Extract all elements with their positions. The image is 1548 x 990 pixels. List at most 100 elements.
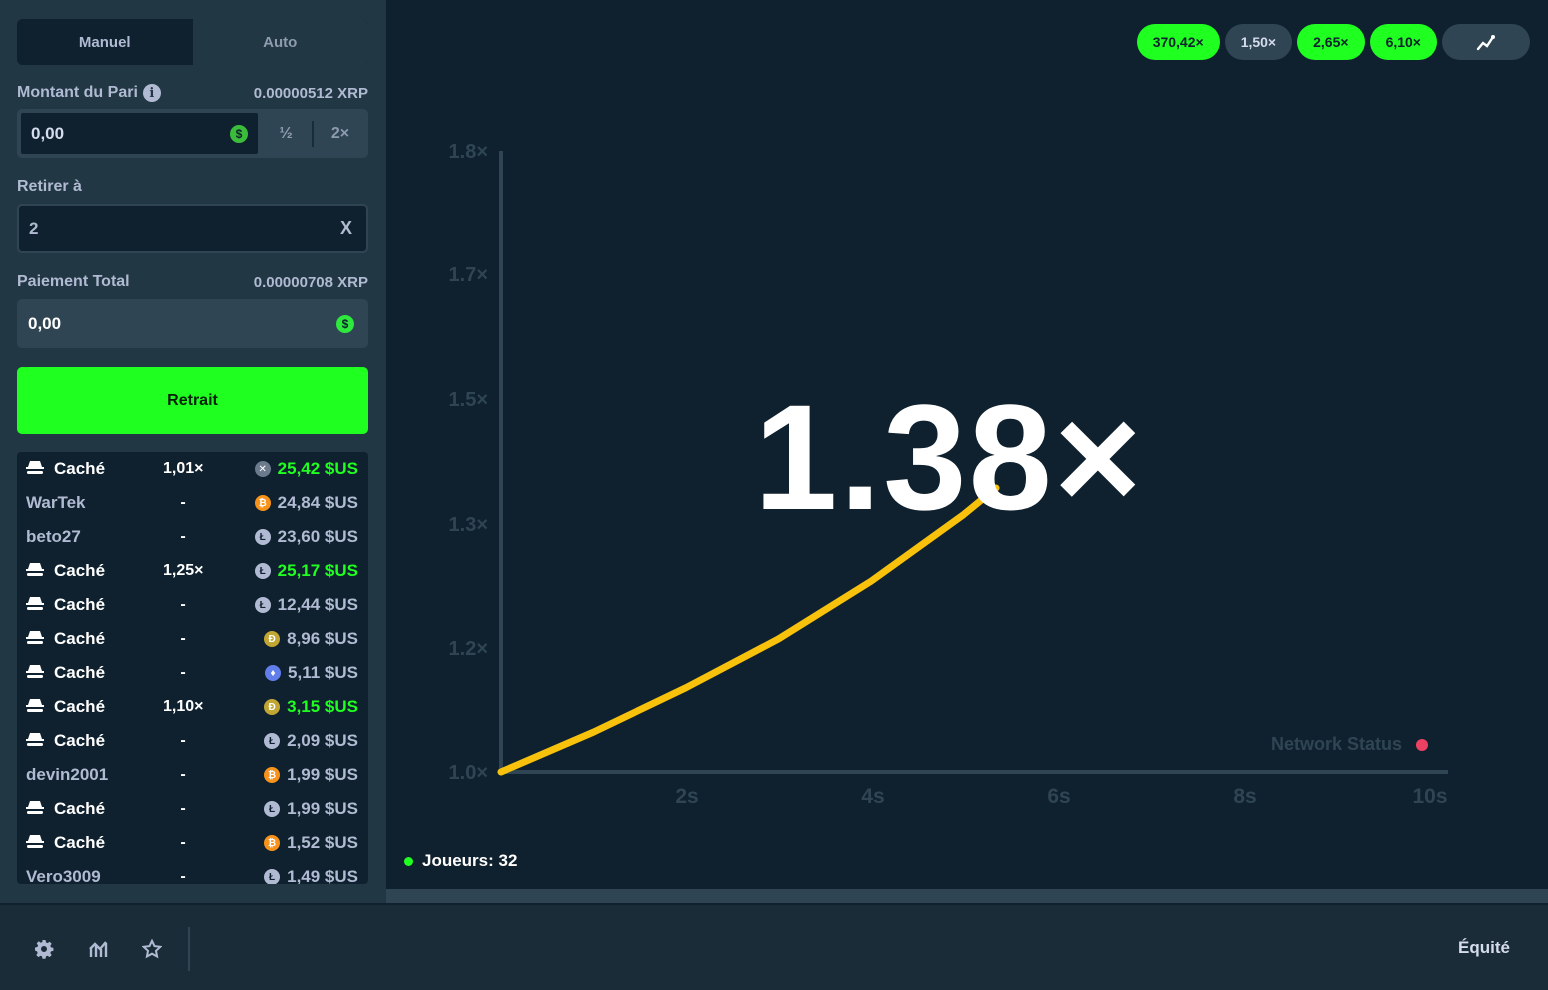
player-cashout-multiplier: - bbox=[180, 664, 186, 681]
player-row: Caché 1,01× ✕ 25,42 $US bbox=[17, 452, 368, 486]
player-cashout-multiplier: - bbox=[180, 834, 186, 851]
player-name-text: Caché bbox=[54, 697, 106, 716]
player-bet-amount: Ð 3,15 $US bbox=[264, 697, 358, 717]
player-amount-text: 5,11 $US bbox=[288, 663, 358, 682]
bet-amount-value: 0,00 bbox=[31, 123, 65, 143]
player-bet-amount: ₿ 1,99 $US bbox=[264, 765, 358, 785]
player-amount-text: 24,84 $US bbox=[277, 493, 358, 512]
player-bet-amount: Ł 2,09 $US bbox=[264, 731, 358, 751]
player-name-text: beto27 bbox=[26, 527, 81, 546]
incognito-icon bbox=[26, 699, 44, 715]
network-status: Network Status bbox=[1271, 734, 1429, 755]
player-amount-text: 25,17 $US bbox=[277, 561, 358, 580]
player-name: Caché bbox=[26, 561, 105, 581]
player-row: Caché - Ł 12,44 $US bbox=[17, 588, 368, 622]
eth-coin-icon: ♦ bbox=[265, 665, 282, 681]
player-row: Caché - Ł 2,09 $US bbox=[17, 724, 368, 758]
ltc-coin-icon: Ł bbox=[264, 733, 281, 749]
tab-manual[interactable]: Manuel bbox=[17, 19, 193, 65]
gear-icon[interactable] bbox=[33, 938, 55, 960]
player-cashout-multiplier: - bbox=[180, 800, 186, 817]
dollar-coin-icon: $ bbox=[230, 124, 248, 143]
half-bet-button[interactable]: ½ bbox=[260, 111, 312, 156]
player-cashout-multiplier: - bbox=[180, 766, 186, 783]
cashout-button[interactable]: Retrait bbox=[17, 367, 368, 434]
player-cashout-multiplier: - bbox=[180, 630, 186, 647]
x-tick-label: 10s bbox=[1412, 785, 1447, 808]
player-amount-text: 3,15 $US bbox=[287, 697, 358, 716]
player-amount-text: 1,49 $US bbox=[287, 867, 358, 884]
footer-divider bbox=[188, 927, 190, 971]
tab-auto[interactable]: Auto bbox=[192, 19, 368, 65]
cashout-label: Retirer à bbox=[17, 178, 82, 195]
double-bet-button[interactable]: 2× bbox=[314, 111, 366, 156]
player-name-text: Caché bbox=[54, 629, 106, 648]
current-multiplier: 1.38× bbox=[754, 373, 1144, 541]
game-bottom-bar bbox=[386, 889, 1548, 903]
player-amount-text: 12,44 $US bbox=[277, 595, 358, 614]
info-icon[interactable]: i bbox=[142, 84, 161, 102]
player-name-text: Caché bbox=[54, 561, 106, 580]
cashout-label-row: Retirer à bbox=[17, 178, 368, 196]
incognito-icon bbox=[26, 665, 44, 681]
player-amount-text: 1,52 $US bbox=[287, 833, 358, 852]
doge-coin-icon: Ð bbox=[264, 631, 281, 647]
fairness-link[interactable]: Équité bbox=[1458, 938, 1510, 958]
y-tick-label: 1.8× bbox=[449, 141, 488, 163]
cashout-at-input[interactable]: 2 X bbox=[17, 204, 368, 253]
doge-coin-icon: Ð bbox=[264, 699, 281, 715]
player-name: Caché bbox=[26, 663, 105, 683]
player-cashout-multiplier: - bbox=[180, 494, 186, 511]
payout-crypto-value: 0.00000708 XRP bbox=[253, 273, 368, 291]
player-name-text: Caché bbox=[54, 731, 106, 750]
player-amount-text: 25,42 $US bbox=[277, 459, 358, 478]
y-tick-label: 1.5× bbox=[449, 389, 488, 411]
player-bet-amount: ♦ 5,11 $US bbox=[265, 663, 358, 683]
total-payout-field: 0,00 $ bbox=[17, 299, 368, 348]
bet-amount-input[interactable]: 0,00 $ bbox=[19, 111, 260, 156]
btc-coin-icon: ₿ bbox=[264, 767, 281, 783]
star-icon[interactable] bbox=[141, 938, 163, 960]
player-name: Caché bbox=[26, 799, 105, 819]
payout-label: Paiement Total bbox=[17, 273, 130, 290]
player-name: beto27 bbox=[26, 527, 81, 547]
player-row: Caché - Ð 8,96 $US bbox=[17, 622, 368, 656]
player-amount-text: 1,99 $US bbox=[287, 765, 358, 784]
ltc-coin-icon: Ł bbox=[254, 529, 271, 545]
crash-graph-area: 370,42× 1,50× 2,65× 6,10× 1.0× 1.2× 1.3× 1.5× 1… bbox=[386, 4, 1548, 889]
player-bet-amount: Ł 1,49 $US bbox=[264, 867, 358, 884]
player-row: Caché - ₿ 1,52 $US bbox=[17, 826, 368, 860]
player-name-text: Caché bbox=[54, 459, 106, 478]
crash-game-app: Manuel Auto Montant du Pari i 0.00000512 … bbox=[0, 0, 1548, 990]
y-tick-label: 1.0× bbox=[449, 762, 488, 784]
players-count-label: Joueurs: 32 bbox=[422, 851, 518, 870]
incognito-icon bbox=[26, 563, 44, 579]
btc-coin-icon: ₿ bbox=[254, 495, 271, 511]
player-row: beto27 - Ł 23,60 $US bbox=[17, 520, 368, 554]
payout-value: 0,00 bbox=[28, 313, 62, 333]
clear-icon[interactable]: X bbox=[340, 218, 352, 239]
network-status-label: Network Status bbox=[1271, 734, 1403, 754]
bet-amount-label-row: Montant du Pari i 0.00000512 XRP bbox=[17, 84, 368, 102]
x-tick-label: 4s bbox=[861, 785, 884, 808]
player-amount-text: 23,60 $US bbox=[277, 527, 358, 546]
player-bet-amount: ₿ 24,84 $US bbox=[254, 493, 358, 513]
player-bet-amount: Ł 25,17 $US bbox=[254, 561, 358, 581]
stats-icon[interactable] bbox=[87, 938, 109, 960]
players-list[interactable]: Caché 1,01× ✕ 25,42 $US WarTek - ₿ 24,84 $US bet… bbox=[17, 452, 368, 884]
incognito-icon bbox=[26, 631, 44, 647]
player-cashout-multiplier: 1,01× bbox=[163, 460, 204, 477]
ltc-coin-icon: Ł bbox=[264, 869, 281, 884]
player-name-text: WarTek bbox=[26, 493, 86, 512]
player-bet-amount: Ł 12,44 $US bbox=[254, 595, 358, 615]
player-name: Caché bbox=[26, 697, 105, 717]
player-name: Caché bbox=[26, 731, 105, 751]
bet-amount-group: 0,00 $ ½ 2× bbox=[17, 109, 368, 158]
player-row: devin2001 - ₿ 1,99 $US bbox=[17, 758, 368, 792]
y-tick-label: 1.3× bbox=[449, 514, 488, 536]
btc-coin-icon: ₿ bbox=[264, 835, 281, 851]
player-row: Caché - Ł 1,99 $US bbox=[17, 792, 368, 826]
player-row: Caché 1,10× Ð 3,15 $US bbox=[17, 690, 368, 724]
bet-crypto-value: 0.00000512 XRP bbox=[253, 84, 368, 102]
ltc-coin-icon: Ł bbox=[254, 563, 271, 579]
